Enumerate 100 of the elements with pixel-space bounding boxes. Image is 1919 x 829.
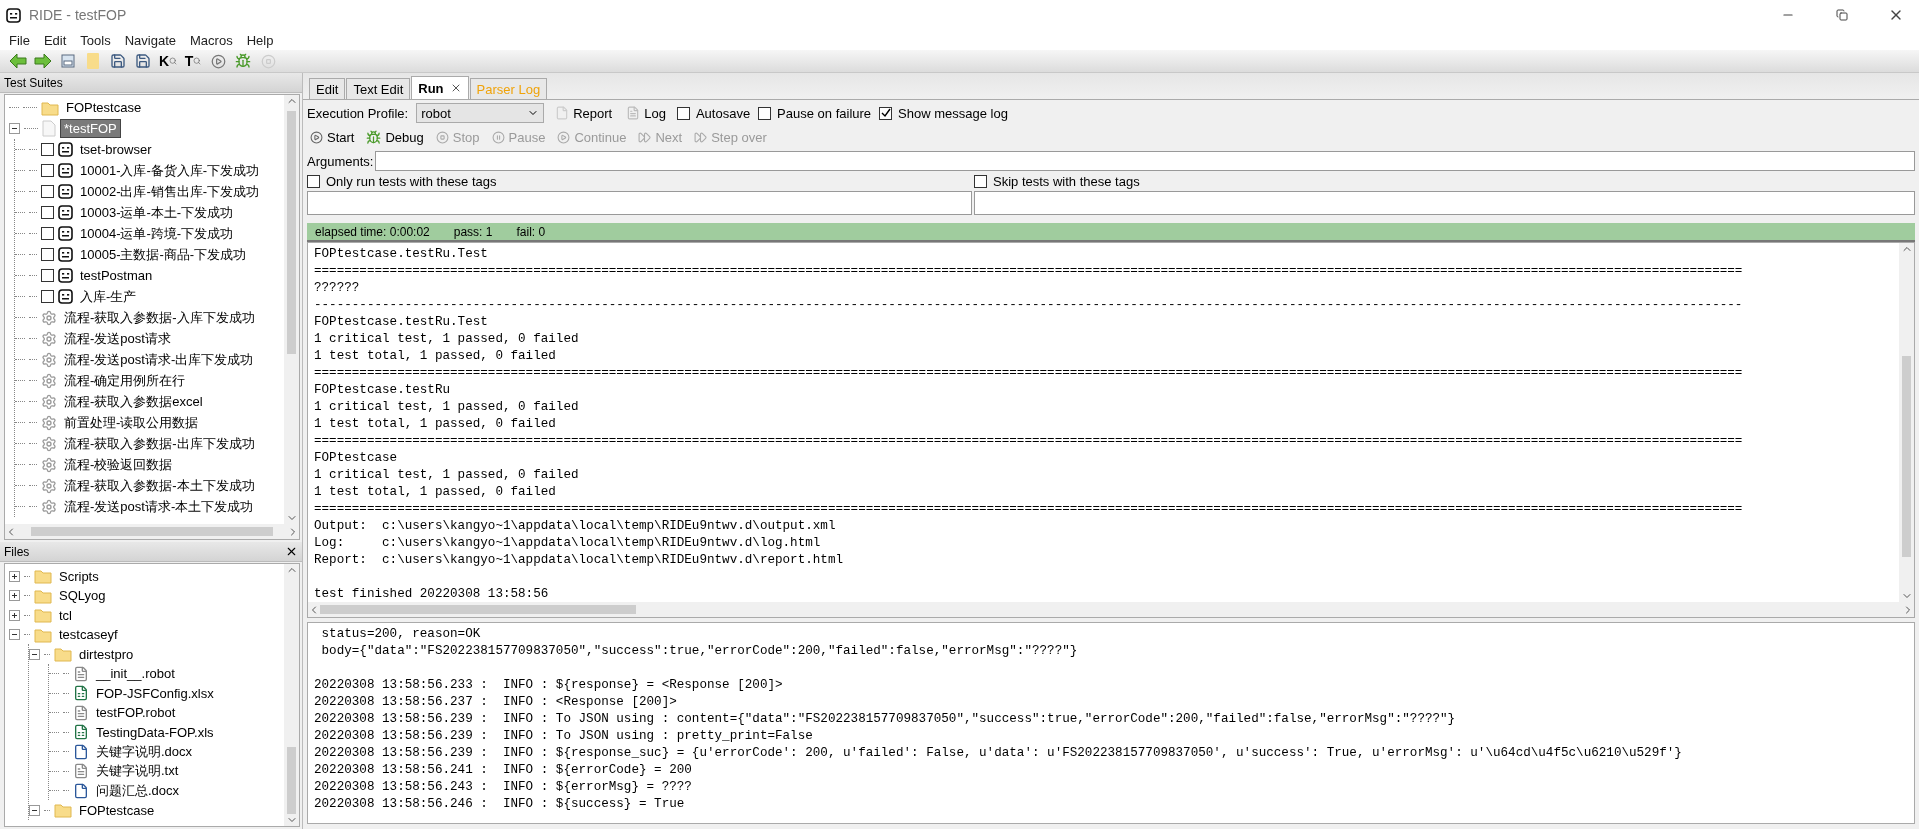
file-tree-item[interactable]: 问题汇总.docx: [93, 780, 183, 801]
checkbox[interactable]: [41, 290, 54, 303]
expand-toggle[interactable]: [9, 609, 20, 621]
collapse-toggle[interactable]: [9, 123, 20, 134]
tree-item[interactable]: *testFOP: [60, 119, 121, 138]
horizontal-scrollbar[interactable]: [308, 602, 1914, 617]
expand-toggle[interactable]: [9, 629, 20, 641]
tree-item[interactable]: FOPtestcase: [63, 99, 145, 116]
tree-item[interactable]: 10001-入库-备货入库-下发成功: [77, 160, 263, 181]
menu-item[interactable]: Macros: [185, 32, 238, 48]
tree-item[interactable]: 10003-运单-本土-下发成功: [77, 202, 237, 223]
restore-icon: [1836, 9, 1848, 21]
run-action-button[interactable]: Start: [307, 129, 358, 145]
forward-button[interactable]: [33, 51, 53, 71]
tree-item[interactable]: 流程-发送post请求-出库下发成功: [61, 349, 257, 370]
checkbox[interactable]: [676, 106, 690, 120]
vertical-scrollbar[interactable]: [284, 564, 299, 826]
expand-toggle[interactable]: [29, 648, 40, 660]
checkbox[interactable]: [41, 164, 54, 177]
gear-icon: [41, 330, 57, 347]
log-line: 1 test total, 1 passed, 0 failed: [314, 416, 557, 433]
file-tree-item[interactable]: SQLyog: [56, 587, 109, 605]
expand-toggle[interactable]: [29, 804, 40, 816]
horizontal-scrollbar[interactable]: [5, 524, 299, 540]
tree-item[interactable]: 流程-发送post请求-本土下发成功: [61, 496, 257, 517]
menu-item[interactable]: Help: [241, 32, 279, 48]
checkbox-option[interactable]: Autosave: [676, 105, 751, 121]
menu-item[interactable]: File: [4, 32, 35, 48]
tree-item[interactable]: 流程-获取入参数据-入库下发成功: [61, 307, 258, 328]
file-tree-item[interactable]: 关键字说明.docx: [93, 741, 196, 762]
robot-icon: [58, 247, 73, 262]
tree-item[interactable]: 流程-发送post请求: [61, 328, 174, 349]
tab[interactable]: Text Edit: [346, 78, 411, 99]
tree-item[interactable]: testPostman: [77, 267, 156, 284]
tree-item[interactable]: 前置处理-读取公用数据: [61, 412, 202, 433]
tree-item[interactable]: 10004-运单-跨境-下发成功: [77, 223, 237, 244]
tree-item[interactable]: 入库-生产: [77, 286, 140, 307]
checkbox-option[interactable]: Pause on failure: [758, 105, 872, 121]
tree-item[interactable]: tset-browser: [77, 141, 155, 158]
file-tree-item[interactable]: testcaseyf: [56, 626, 121, 644]
folder-icon: [34, 607, 52, 624]
checkbox-option[interactable]: Show message log: [879, 105, 1008, 121]
checkbox[interactable]: [41, 269, 54, 282]
checkbox[interactable]: [974, 175, 987, 188]
file-tree-item[interactable]: tcl: [56, 606, 75, 624]
file-tree-item[interactable]: FOPtestcase: [76, 801, 158, 819]
scrollbar-thumb[interactable]: [30, 527, 274, 537]
tree-item[interactable]: 流程-确定用例所在行: [61, 370, 189, 391]
vertical-scrollbar[interactable]: [284, 95, 299, 525]
checkbox[interactable]: [307, 175, 320, 188]
plus-icon: [11, 592, 18, 600]
menu-item[interactable]: Edit: [38, 32, 72, 48]
tree-item[interactable]: 10005-主数据-商品-下发成功: [77, 244, 250, 265]
expand-toggle[interactable]: [9, 570, 20, 582]
file-tree-item[interactable]: dirtestpro: [76, 645, 137, 663]
checkbox[interactable]: [41, 206, 54, 219]
arguments-field[interactable]: [375, 151, 1915, 171]
tree-item[interactable]: 10002-出库-销售出库-下发成功: [77, 181, 263, 202]
scrollbar-thumb[interactable]: [287, 747, 296, 814]
report-button[interactable]: Report: [552, 105, 616, 121]
checkbox[interactable]: [41, 143, 54, 156]
expand-toggle[interactable]: [9, 590, 20, 602]
checkbox-option[interactable]: Only run tests with these tags: [307, 174, 972, 189]
file-tree-item[interactable]: 关键字说明.txt: [93, 761, 182, 782]
back-button[interactable]: [8, 51, 28, 71]
tree-item[interactable]: 流程-获取入参数据-出库下发成功: [61, 433, 258, 454]
run-action-button[interactable]: Debug: [363, 129, 427, 145]
save-button[interactable]: [108, 51, 128, 71]
file-tree-item[interactable]: testFOP.robot: [93, 704, 179, 722]
tree-item[interactable]: 流程-校验返回数据: [61, 454, 176, 475]
open-button[interactable]: [58, 51, 78, 71]
checkbox[interactable]: [41, 248, 54, 261]
scrollbar-thumb[interactable]: [320, 605, 637, 614]
search-button[interactable]: K: [158, 51, 179, 71]
exclude-tags-field[interactable]: [974, 191, 1915, 215]
file-tree-item[interactable]: Scripts: [56, 567, 102, 585]
checkbox[interactable]: [41, 227, 54, 240]
menu-item[interactable]: Navigate: [119, 32, 182, 48]
search-button[interactable]: T: [183, 51, 204, 71]
checkbox[interactable]: [879, 106, 893, 120]
file-tree-item[interactable]: FOP-JSFConfig.xlsx: [93, 684, 217, 702]
scrollbar-thumb[interactable]: [1902, 355, 1911, 557]
checkbox[interactable]: [41, 185, 54, 198]
tree-item[interactable]: 流程-获取入参数据-本土下发成功: [61, 475, 258, 496]
play-icon: [557, 130, 571, 144]
include-tags-field[interactable]: [307, 191, 972, 215]
checkbox[interactable]: [758, 106, 772, 120]
tree-item[interactable]: 流程-获取入参数据excel: [61, 391, 206, 412]
vertical-scrollbar[interactable]: [1899, 243, 1914, 602]
file-tree-item[interactable]: TestingData-FOP.xls: [93, 723, 217, 741]
file-tree-item[interactable]: __init__.robot: [93, 665, 178, 683]
menu-item[interactable]: Tools: [75, 32, 116, 48]
tab[interactable]: Run: [411, 76, 469, 99]
checkbox-option[interactable]: Skip tests with these tags: [974, 174, 1915, 189]
scrollbar-thumb[interactable]: [287, 111, 296, 355]
tab[interactable]: Edit: [309, 78, 346, 99]
log-button[interactable]: Log: [623, 105, 669, 121]
profile-dropdown[interactable]: robot: [416, 103, 545, 123]
save-all-button[interactable]: [133, 51, 153, 71]
panel-title: Files: [4, 544, 30, 559]
